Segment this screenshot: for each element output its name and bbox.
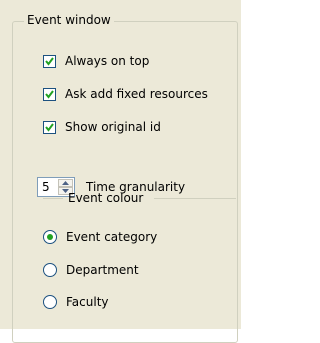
department-label: Department: [66, 263, 139, 277]
arrow-up-icon: [62, 181, 69, 185]
settings-panel: Event window Always on top Ask add fixed…: [0, 0, 248, 343]
time-granularity-value[interactable]: 5: [42, 180, 50, 194]
department-radio[interactable]: Department: [43, 262, 139, 278]
ask-add-fixed-resources-label: Ask add fixed resources: [65, 87, 208, 101]
event-category-label: Event category: [66, 230, 158, 244]
checkbox-box[interactable]: [43, 120, 56, 134]
radio-button[interactable]: [43, 295, 57, 309]
event-colour-separator-left: [43, 198, 63, 199]
radio-selected-dot: [47, 234, 53, 240]
faculty-label: Faculty: [66, 295, 109, 309]
always-on-top-checkbox[interactable]: Always on top: [43, 53, 149, 69]
faculty-radio[interactable]: Faculty: [43, 294, 109, 310]
ask-add-fixed-resources-checkbox[interactable]: Ask add fixed resources: [43, 86, 208, 102]
window-edge: [241, 0, 248, 329]
show-original-id-checkbox[interactable]: Show original id: [43, 119, 161, 135]
event-colour-title: Event colour: [68, 191, 144, 205]
checkbox-box[interactable]: [43, 87, 56, 101]
radio-button[interactable]: [43, 263, 57, 277]
event-colour-separator-right: [154, 198, 236, 199]
checkmark-icon: [45, 89, 54, 99]
checkmark-icon: [45, 56, 54, 66]
checkbox-box[interactable]: [43, 54, 56, 68]
spinner-up-button[interactable]: [58, 179, 73, 187]
show-original-id-label: Show original id: [65, 120, 161, 134]
checkmark-icon: [45, 122, 54, 132]
event-category-radio[interactable]: Event category: [43, 229, 157, 245]
event-window-title: Event window: [24, 12, 114, 28]
always-on-top-label: Always on top: [65, 54, 150, 68]
radio-button[interactable]: [43, 230, 57, 244]
